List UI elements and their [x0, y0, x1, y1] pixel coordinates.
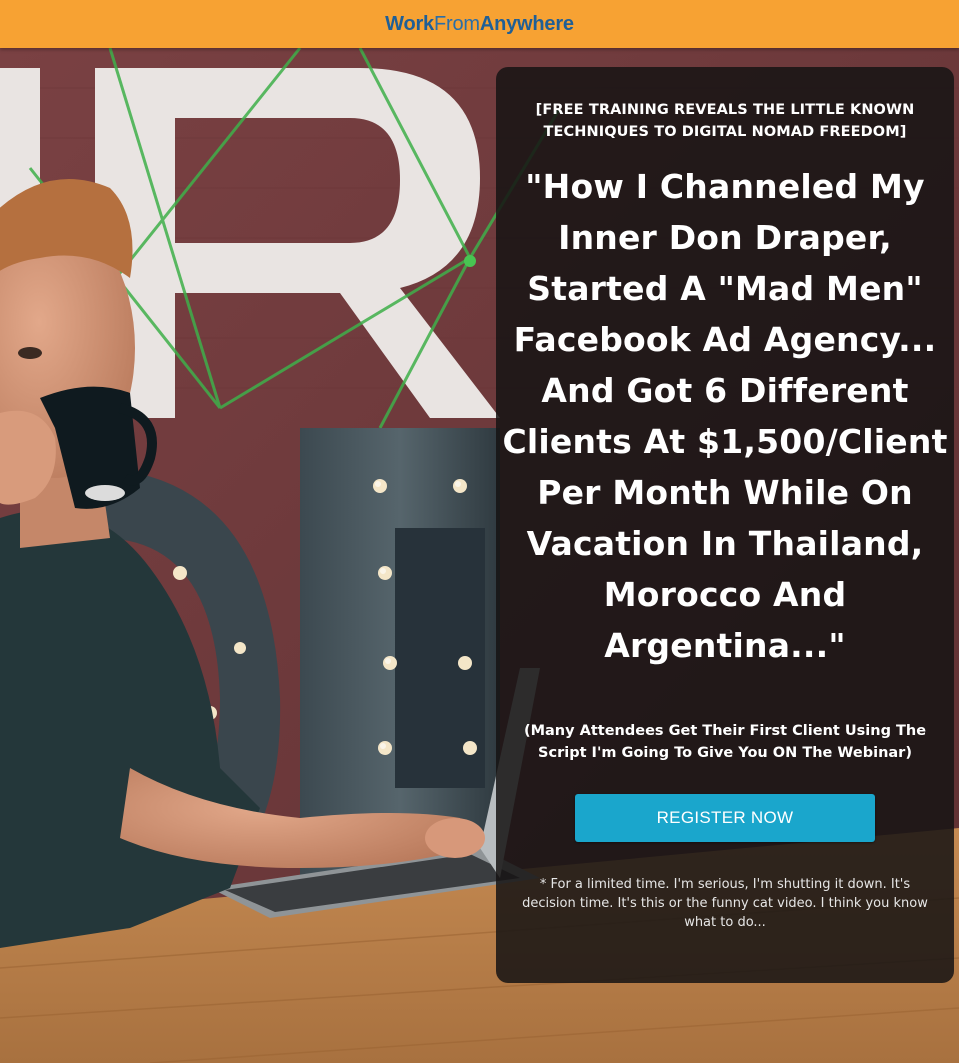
- landing-page: WorkFromAnywhere [FREE TRAINING REVEALS …: [0, 0, 959, 1063]
- attendees-subnote: (Many Attendees Get Their First Client U…: [523, 723, 927, 761]
- brand-logo[interactable]: WorkFromAnywhere: [385, 14, 574, 34]
- logo-word-anywhere: Anywhere: [479, 13, 574, 35]
- limited-time-disclaimer: * For a limited time. I'm serious, I'm s…: [522, 877, 928, 930]
- register-now-button[interactable]: REGISTER NOW: [575, 794, 875, 842]
- logo-word-from: From: [433, 13, 480, 35]
- offer-panel: [FREE TRAINING REVEALS THE LITTLE KNOWN …: [496, 67, 954, 983]
- top-bar: WorkFromAnywhere: [0, 0, 959, 48]
- logo-word-work: Work: [385, 13, 434, 35]
- training-kicker: [FREE TRAINING REVEALS THE LITTLE KNOWN …: [535, 102, 915, 140]
- main-headline: "How I Channeled My Inner Don Draper, St…: [502, 167, 948, 665]
